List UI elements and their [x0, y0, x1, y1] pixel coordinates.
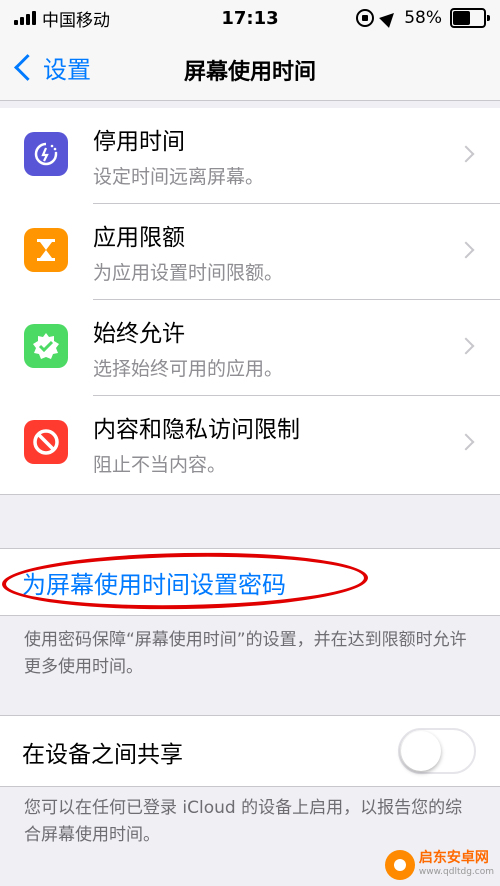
toggle-knob: [401, 731, 441, 771]
row-title: 内容和隐私访问限制: [93, 417, 300, 443]
checkmark-badge-icon: [24, 324, 68, 368]
row-subtitle: 选择始终可用的应用。: [93, 358, 284, 380]
navigation-bar: 设置 屏幕使用时间: [0, 36, 500, 101]
chevron-right-icon: [457, 145, 475, 163]
battery-icon: [450, 8, 490, 28]
status-bar: 中国移动 17:13 58%: [0, 0, 500, 36]
row-subtitle: 阻止不当内容。: [93, 454, 227, 476]
page-title: 屏幕使用时间: [183, 60, 316, 85]
share-across-devices-label: 在设备之间共享: [22, 742, 183, 768]
share-footnote: 您可以在任何已登录 iCloud 的设备上启用，以报告您的综合屏幕使用时间。: [24, 798, 463, 845]
settings-row-always-allowed[interactable]: 始终允许 选择始终可用的应用。: [0, 300, 500, 396]
watermark-logo-icon: [384, 850, 415, 880]
watermark-url: www.qdltdg.com: [418, 867, 494, 877]
share-toggle[interactable]: [398, 728, 476, 774]
settings-group: 停用时间 设定时间远离屏幕。 应用限额 为应用设置时间限额。 始终允许 选择始终…: [0, 108, 500, 495]
settings-row-content-privacy[interactable]: 内容和隐私访问限制 阻止不当内容。: [0, 396, 500, 492]
downtime-icon: [24, 132, 68, 176]
row-title: 应用限额: [93, 225, 185, 251]
hourglass-icon: [24, 228, 68, 272]
battery-percent: 58%: [404, 8, 442, 28]
watermark-name: 启东安卓网: [418, 850, 489, 866]
row-subtitle: 为应用设置时间限额。: [93, 262, 284, 284]
passcode-footnote: 使用密码保障“屏幕使用时间”的设置，并在达到限额时允许更多使用时间。: [24, 630, 467, 677]
carrier-label: 中国移动: [42, 10, 110, 31]
orientation-lock-icon: [356, 9, 375, 27]
chevron-right-icon: [457, 433, 475, 451]
chevron-right-icon: [457, 337, 475, 355]
location-icon: [379, 8, 400, 28]
settings-row-downtime[interactable]: 停用时间 设定时间远离屏幕。: [0, 108, 500, 204]
row-title: 始终允许: [93, 321, 185, 347]
chevron-right-icon: [457, 241, 475, 259]
watermark: 启东安卓网 www.qdltdg.com: [384, 850, 494, 880]
settings-row-app-limits[interactable]: 应用限额 为应用设置时间限额。: [0, 204, 500, 300]
restriction-icon: [24, 420, 68, 464]
row-title: 停用时间: [93, 129, 185, 155]
row-subtitle: 设定时间远离屏幕。: [93, 166, 265, 188]
battery-fill: [453, 11, 471, 25]
signal-icon: [14, 11, 36, 25]
share-group: 在设备之间共享: [0, 715, 500, 787]
